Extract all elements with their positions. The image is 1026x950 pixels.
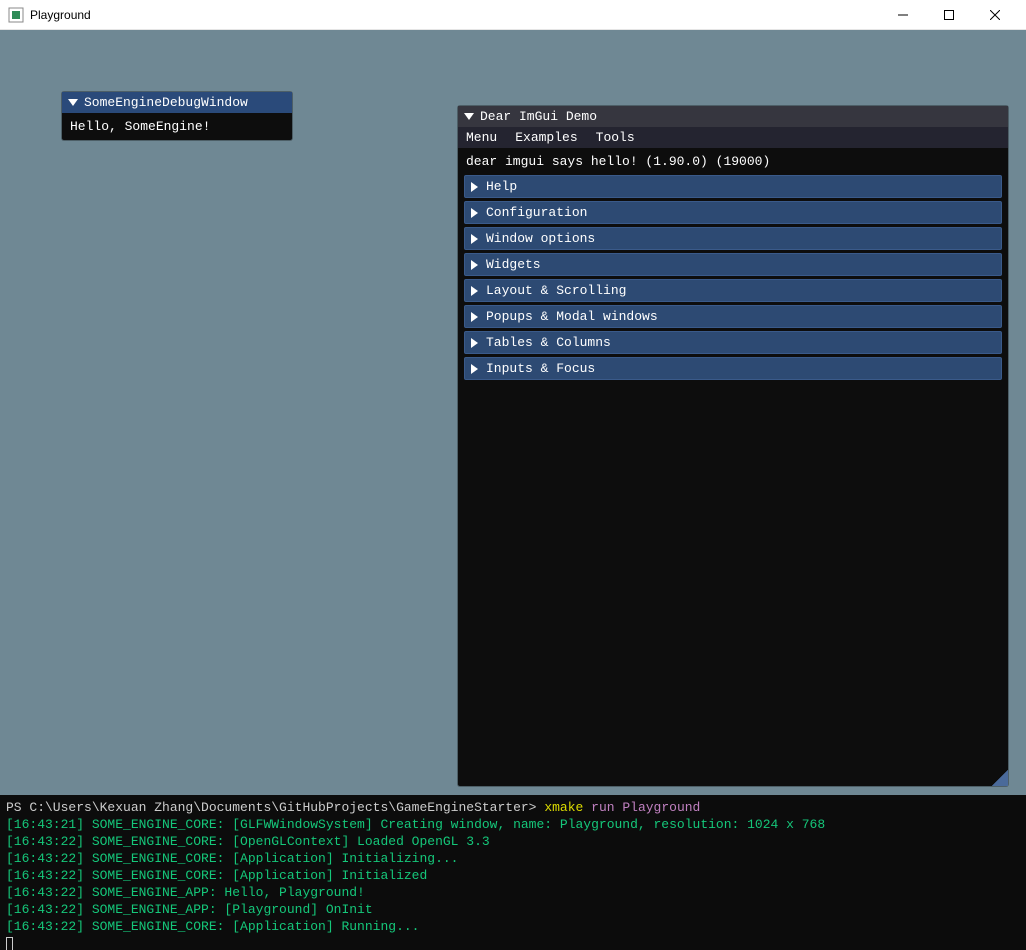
tree-header-label: Help xyxy=(486,179,517,194)
window-title: Playground xyxy=(30,8,91,22)
tree-header-configuration[interactable]: Configuration xyxy=(464,201,1002,224)
tree-header-layout-scrolling[interactable]: Layout & Scrolling xyxy=(464,279,1002,302)
minimize-button[interactable] xyxy=(880,0,926,30)
tree-header-label: Tables & Columns xyxy=(486,335,611,350)
terminal-log-line: [16:43:22] SOME_ENGINE_APP: Hello, Playg… xyxy=(6,885,365,900)
tree-header-label: Window options xyxy=(486,231,595,246)
debug-window-text: Hello, SomeEngine! xyxy=(70,119,210,134)
tree-header-label: Configuration xyxy=(486,205,587,220)
terminal-args: run Playground xyxy=(591,800,700,815)
demo-window[interactable]: Dear ImGui Demo Menu Examples Tools dear… xyxy=(458,106,1008,786)
expand-icon xyxy=(471,312,478,322)
terminal-prompt: PS C:\Users\Kexuan Zhang\Documents\GitHu… xyxy=(6,800,537,815)
expand-icon xyxy=(471,182,478,192)
terminal-log-line: [16:43:22] SOME_ENGINE_CORE: [Applicatio… xyxy=(6,868,427,883)
expand-icon xyxy=(471,234,478,244)
maximize-button[interactable] xyxy=(926,0,972,30)
menu-item-tools[interactable]: Tools xyxy=(596,130,635,145)
tree-header-window-options[interactable]: Window options xyxy=(464,227,1002,250)
os-titlebar: Playground xyxy=(0,0,1026,30)
terminal-log-line: [16:43:22] SOME_ENGINE_APP: [Playground]… xyxy=(6,902,373,917)
viewport: SomeEngineDebugWindow Hello, SomeEngine!… xyxy=(0,30,1026,795)
terminal-log-line: [16:43:21] SOME_ENGINE_CORE: [GLFWWindow… xyxy=(6,817,825,832)
terminal-log-line: [16:43:22] SOME_ENGINE_CORE: [Applicatio… xyxy=(6,919,419,934)
terminal-log-line: [16:43:22] SOME_ENGINE_CORE: [OpenGLCont… xyxy=(6,834,490,849)
tree-header-label: Layout & Scrolling xyxy=(486,283,626,298)
demo-window-body: dear imgui says hello! (1.90.0) (19000) … xyxy=(458,148,1008,387)
menu-item-examples[interactable]: Examples xyxy=(515,130,577,145)
expand-icon xyxy=(471,364,478,374)
tree-header-inputs-focus[interactable]: Inputs & Focus xyxy=(464,357,1002,380)
resize-grip[interactable] xyxy=(992,770,1008,786)
tree-header-widgets[interactable]: Widgets xyxy=(464,253,1002,276)
tree-header-tables-columns[interactable]: Tables & Columns xyxy=(464,331,1002,354)
collapse-icon[interactable] xyxy=(464,113,474,120)
menu-item-menu[interactable]: Menu xyxy=(466,130,497,145)
debug-window-title: SomeEngineDebugWindow xyxy=(84,95,248,110)
expand-icon xyxy=(471,286,478,296)
tree-header-label: Inputs & Focus xyxy=(486,361,595,376)
close-button[interactable] xyxy=(972,0,1018,30)
terminal-log-line: [16:43:22] SOME_ENGINE_CORE: [Applicatio… xyxy=(6,851,458,866)
terminal-cursor xyxy=(6,937,13,950)
tree-header-label: Widgets xyxy=(486,257,541,272)
terminal[interactable]: PS C:\Users\Kexuan Zhang\Documents\GitHu… xyxy=(0,795,1026,950)
tree-header-popups-modal[interactable]: Popups & Modal windows xyxy=(464,305,1002,328)
demo-greeting: dear imgui says hello! (1.90.0) (19000) xyxy=(464,152,1002,175)
debug-window[interactable]: SomeEngineDebugWindow Hello, SomeEngine! xyxy=(62,92,292,140)
terminal-command: xmake xyxy=(544,800,583,815)
demo-window-title: Dear ImGui Demo xyxy=(480,109,597,124)
demo-window-titlebar[interactable]: Dear ImGui Demo xyxy=(458,106,1008,127)
collapse-icon[interactable] xyxy=(68,99,78,106)
expand-icon xyxy=(471,338,478,348)
expand-icon xyxy=(471,208,478,218)
app-icon xyxy=(8,7,24,23)
expand-icon xyxy=(471,260,478,270)
tree-header-help[interactable]: Help xyxy=(464,175,1002,198)
demo-menubar: Menu Examples Tools xyxy=(458,127,1008,148)
debug-window-body: Hello, SomeEngine! xyxy=(62,113,292,140)
debug-window-titlebar[interactable]: SomeEngineDebugWindow xyxy=(62,92,292,113)
tree-header-label: Popups & Modal windows xyxy=(486,309,658,324)
